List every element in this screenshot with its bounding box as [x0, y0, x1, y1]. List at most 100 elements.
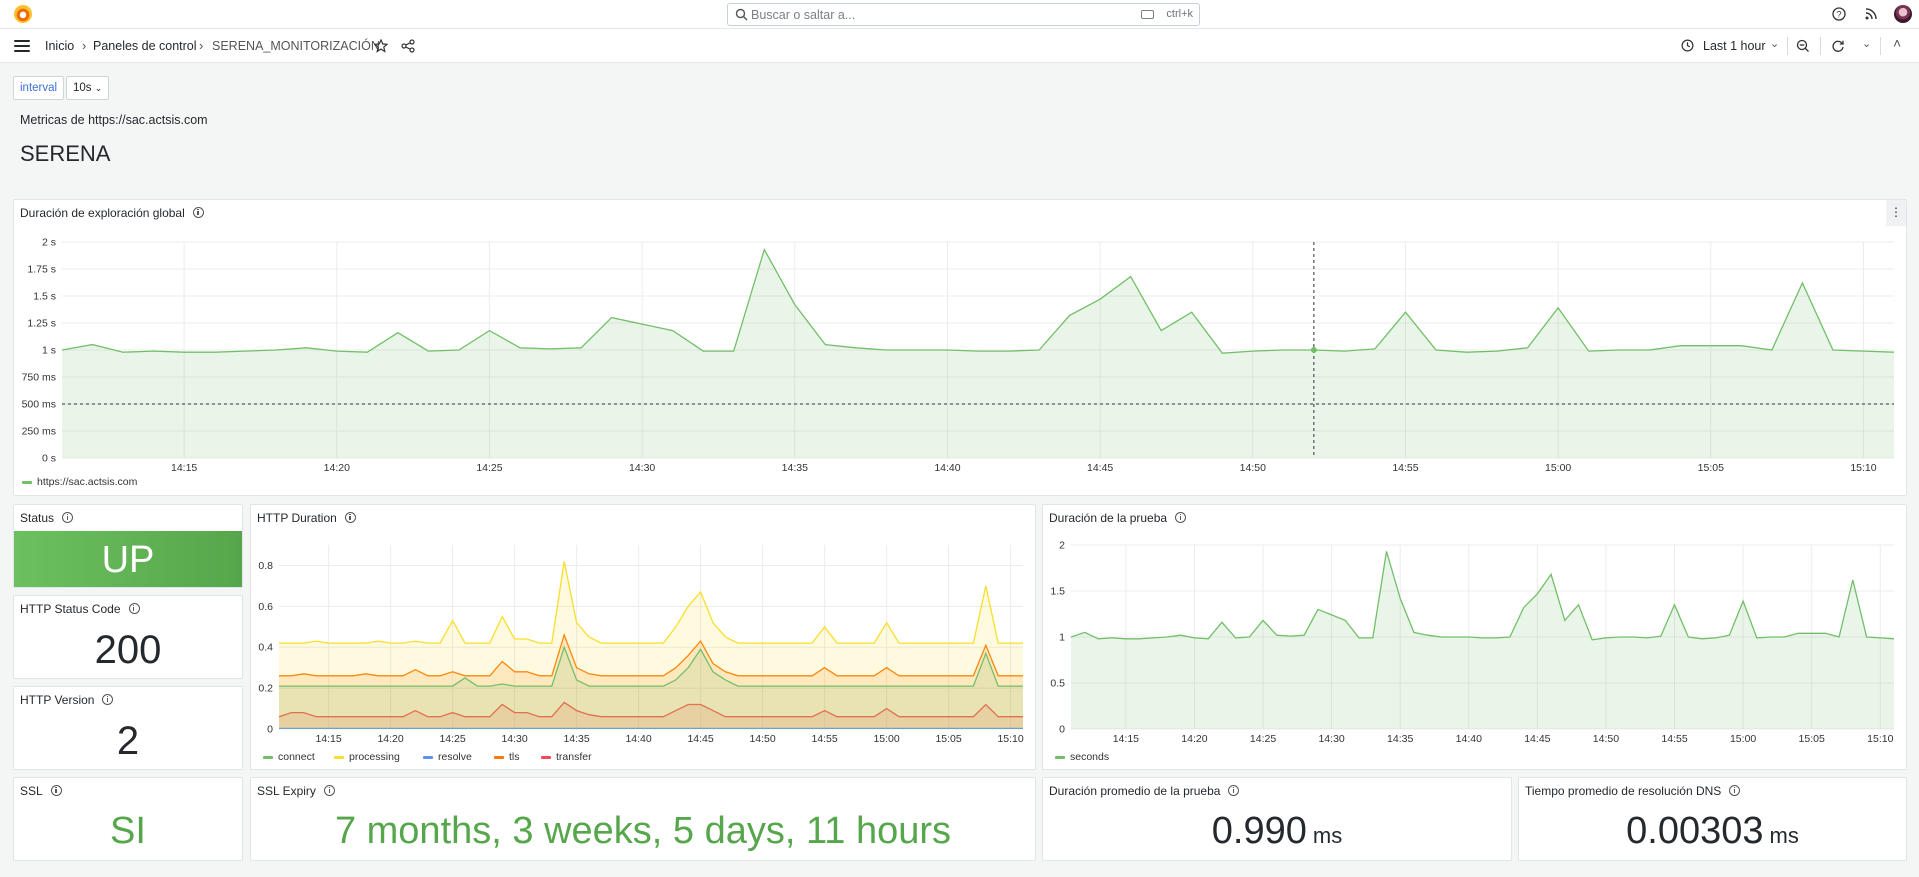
- chevron-down-icon: ⌄: [94, 83, 103, 93]
- panel-title: HTTP Status Code: [20, 602, 140, 616]
- y-tick-label: 0.2: [258, 683, 273, 695]
- y-tick-label: 1.75 s: [27, 264, 56, 276]
- panel-ssl-expiry[interactable]: SSL Expiry 7 months, 3 weeks, 5 days, 11…: [250, 777, 1036, 861]
- ssl-expiry-value: 7 months, 3 weeks, 5 days, 11 hours: [334, 810, 952, 852]
- panel-title: Duración promedio de la prueba: [1049, 784, 1240, 798]
- panel-status[interactable]: Status UP: [13, 504, 243, 588]
- grafana-logo-icon[interactable]: [14, 5, 32, 23]
- panel-avg-dns[interactable]: Tiempo promedio de resolución DNS 0.0030…: [1518, 777, 1907, 861]
- search-shortcut: ctrl+k: [1166, 8, 1193, 20]
- x-tick-label: 15:10: [1867, 733, 1893, 745]
- search-bar[interactable]: Buscar o saltar a... ctrl+k: [727, 3, 1200, 26]
- x-tick-label: 14:55: [1661, 733, 1687, 745]
- legend-swatch-https://sac.actsis.com: [22, 481, 32, 484]
- x-tick-label: 14:40: [625, 733, 651, 745]
- panel-http-status-code[interactable]: HTTP Status Code 200: [13, 595, 243, 679]
- panel-ssl[interactable]: SSL SI: [13, 777, 243, 861]
- x-tick-label: 14:40: [934, 462, 960, 474]
- x-tick-label: 14:45: [1524, 733, 1550, 745]
- x-tick-label: 14:20: [377, 733, 403, 745]
- panel-probe-duration[interactable]: Duración de la prueba 0 0.5 1 1.5 2 14:15 14:2…: [1042, 504, 1907, 770]
- interval-select[interactable]: 10s ⌄: [66, 76, 110, 100]
- x-tick-label: 14:45: [1087, 462, 1113, 474]
- breadcrumb-chevron-icon: ›: [82, 38, 87, 53]
- legend-swatch-connect: [263, 756, 273, 759]
- x-tick-label: 14:55: [1392, 462, 1418, 474]
- info-icon[interactable]: [1228, 785, 1240, 796]
- hover-point: [1310, 347, 1317, 353]
- y-tick-label: 1: [1059, 632, 1065, 644]
- legend-swatch-transfer: [541, 756, 551, 759]
- x-tick-label: 14:25: [1250, 733, 1276, 745]
- probe-duration-chart: 0 0.5 1 1.5 2 14:15 14:20 14:25 14:30 14:35 14:40 1…: [1050, 540, 1895, 763]
- refresh-icon[interactable]: [1831, 39, 1845, 53]
- info-icon[interactable]: [102, 694, 114, 705]
- x-tick-label: 14:25: [439, 733, 465, 745]
- legend-label-https://sac.actsis.com: https://sac.actsis.com: [37, 476, 138, 488]
- panel-http-version[interactable]: HTTP Version 2: [13, 686, 243, 770]
- chevron-down-icon[interactable]: ⌄: [1862, 37, 1871, 50]
- x-tick-label: 14:35: [782, 462, 808, 474]
- x-tick-label: 15:05: [1799, 733, 1825, 745]
- divider: [1820, 37, 1821, 55]
- search-icon: [735, 8, 748, 21]
- info-icon[interactable]: [128, 603, 140, 614]
- y-tick-label: 1.25 s: [27, 318, 56, 330]
- info-icon[interactable]: [323, 785, 335, 796]
- y-tick-label: 0 s: [42, 453, 56, 465]
- legend-swatch-seconds: [1055, 756, 1065, 759]
- x-tick-label: 14:30: [501, 733, 527, 745]
- avg-dns-unit: ms: [1769, 823, 1799, 848]
- menu-icon[interactable]: [14, 40, 30, 52]
- y-tick-label: 0.4: [258, 642, 273, 654]
- avg-dns-value: 0.00303: [1626, 810, 1764, 852]
- y-tick-label: 1.5 s: [33, 291, 56, 303]
- panel-avg-probe-duration[interactable]: Duración promedio de la prueba 0.990 ms: [1042, 777, 1512, 861]
- zoom-out-icon[interactable]: [1796, 39, 1810, 53]
- y-tick-label: 250 ms: [22, 426, 56, 438]
- x-tick-label: 14:30: [1318, 733, 1344, 745]
- clock-icon[interactable]: [1681, 39, 1694, 52]
- info-icon[interactable]: [50, 785, 62, 796]
- share-icon[interactable]: [401, 39, 415, 53]
- x-tick-label: 15:00: [873, 733, 899, 745]
- x-tick-label: 14:50: [1593, 733, 1619, 745]
- chevron-down-icon[interactable]: ⌄: [1770, 37, 1779, 50]
- breadcrumb-dashboards[interactable]: Paneles de control: [93, 39, 197, 53]
- panel-title: SSL Expiry: [257, 784, 335, 798]
- breadcrumb-home[interactable]: Inicio: [45, 39, 74, 53]
- dashboard-nav-bar: Inicio › Paneles de control › SERENA_MON…: [0, 29, 1919, 63]
- y-tick-label: 750 ms: [22, 372, 56, 384]
- breadcrumb-chevron-icon: ›: [199, 38, 204, 53]
- info-icon[interactable]: [62, 512, 74, 523]
- panel-global-duration[interactable]: Duración de exploración global ⋮ 0 s 250 …: [13, 199, 1907, 496]
- info-icon[interactable]: [1729, 785, 1741, 796]
- y-tick-label: 2: [1059, 540, 1065, 552]
- search-placeholder: Buscar o saltar a...: [751, 8, 856, 22]
- legend-label-connect: connect: [278, 751, 315, 763]
- legend-label-processing: processing: [349, 751, 400, 763]
- rss-icon[interactable]: [1864, 7, 1878, 21]
- legend-label-tls: tls: [509, 751, 520, 763]
- chevron-up-icon[interactable]: ˄: [1893, 35, 1901, 51]
- user-avatar[interactable]: [1894, 5, 1912, 23]
- y-tick-label: 0: [1059, 724, 1065, 736]
- legend-swatch-processing: [334, 756, 344, 759]
- x-tick-label: 14:15: [1113, 733, 1139, 745]
- http-version-value: 2: [116, 719, 140, 763]
- top-bar: Buscar o saltar a... ctrl+k ?: [0, 0, 1919, 29]
- y-tick-label: 2 s: [42, 237, 56, 249]
- star-icon[interactable]: [374, 39, 388, 53]
- help-icon[interactable]: ?: [1832, 7, 1846, 21]
- x-tick-label: 14:35: [1387, 733, 1413, 745]
- y-tick-label: 1.5: [1050, 586, 1065, 598]
- x-tick-label: 14:40: [1456, 733, 1482, 745]
- panel-title-text: SSL: [20, 784, 43, 798]
- avg-dns-value-wrap: 0.00303 ms: [1519, 810, 1906, 853]
- y-tick-label: 1 s: [42, 345, 56, 357]
- time-range-picker[interactable]: Last 1 hour: [1703, 39, 1766, 53]
- panel-http-duration[interactable]: HTTP Duration 0 0.2 0.4 0.6 0.8 14:15 14:20 14:…: [250, 504, 1036, 770]
- y-tick-label: 0.8: [258, 560, 273, 572]
- panel-title: Status: [20, 511, 74, 525]
- x-tick-label: 14:30: [629, 462, 655, 474]
